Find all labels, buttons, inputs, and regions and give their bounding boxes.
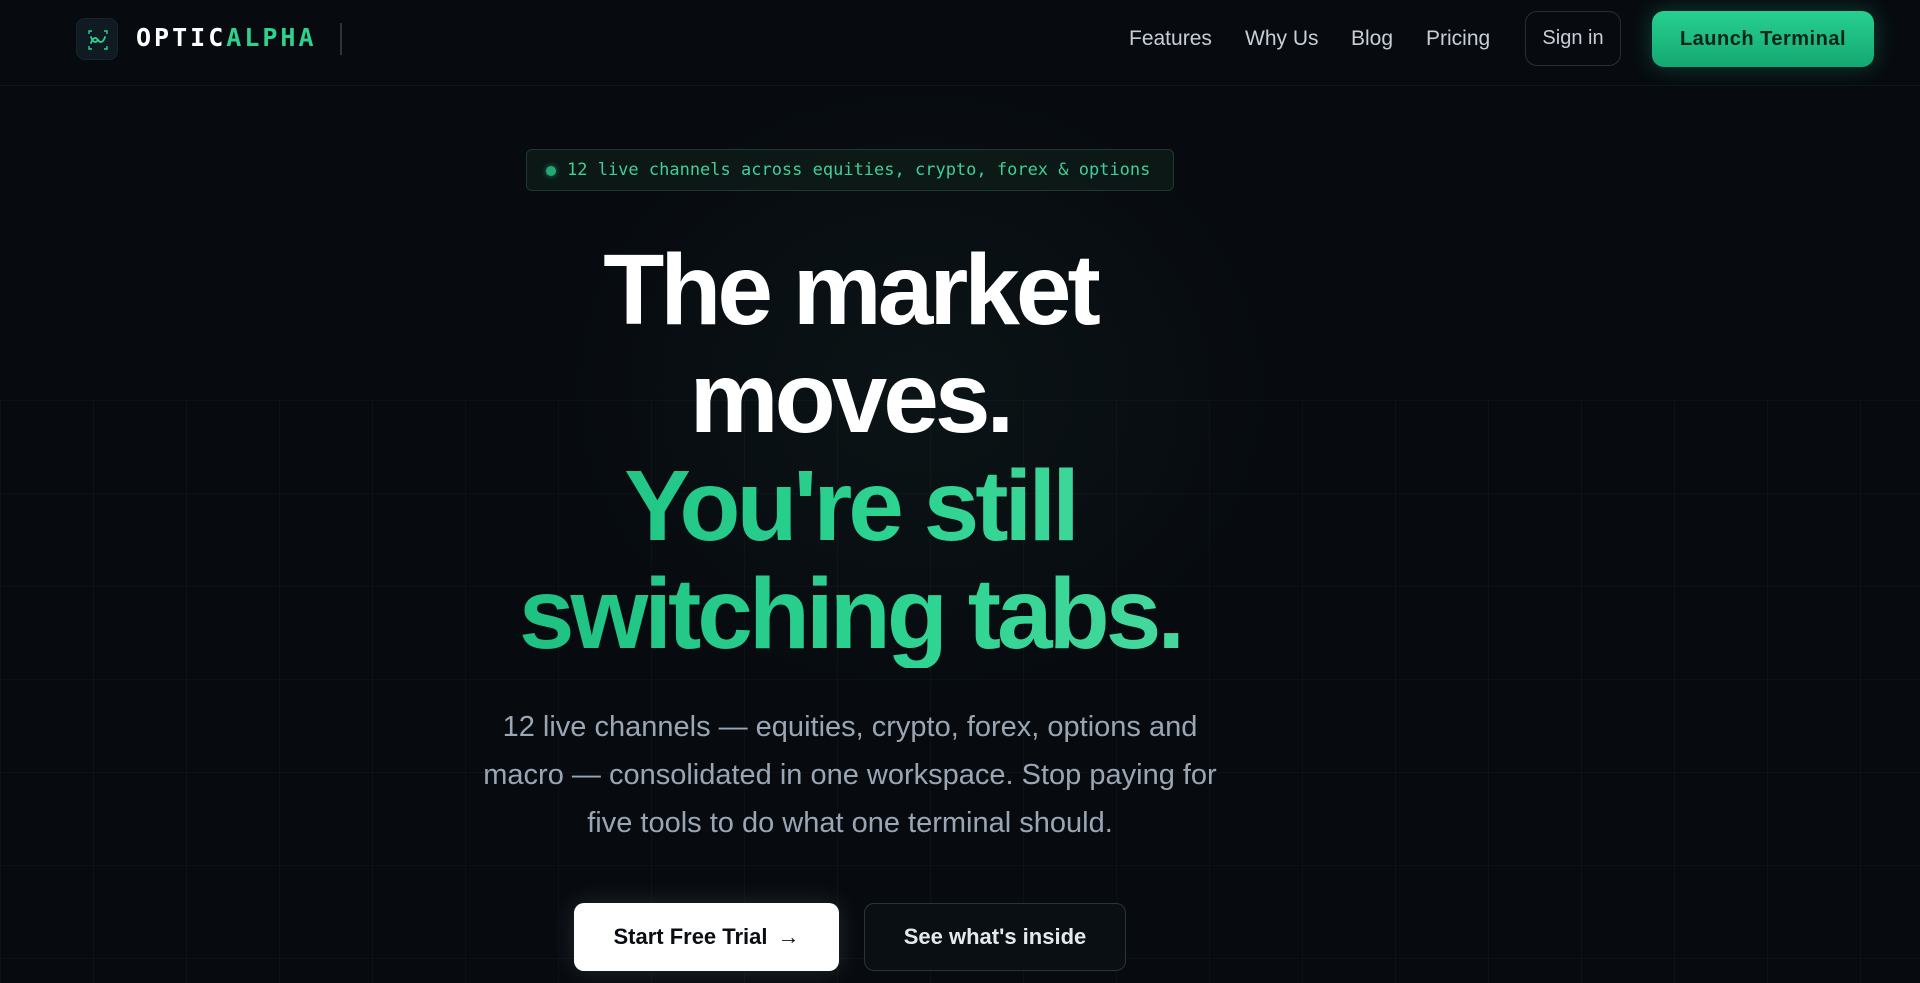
headline-line-2: moves. [689,342,1015,454]
badge-text: 12 live channels across equities, crypto… [567,160,1151,180]
headline-line-1: The market [603,234,1101,346]
brand-divider [340,23,342,55]
start-free-trial-label: Start Free Trial [613,924,768,949]
logo[interactable] [76,18,118,60]
nav-link-features[interactable]: Features [1129,26,1212,52]
brand-name[interactable]: OPTICALPHA [136,23,317,53]
subtitle-line-3: five tools to do what one terminal shoul… [587,807,1113,839]
live-channels-badge: 12 live channels across equities, crypto… [526,149,1174,191]
hero-headline: The market moves. You're still switching… [350,236,1350,668]
headline-line-3: You're still [350,452,1350,560]
arrow-right-icon: → [777,924,800,949]
sign-in-button[interactable]: Sign in [1525,11,1621,66]
live-dot-icon [546,166,556,176]
subtitle-line-1: 12 live channels — equities, crypto, for… [502,711,1198,743]
infinity-chart-icon [88,30,108,50]
nav-link-pricing[interactable]: Pricing [1426,26,1490,52]
brand-name-part1: OPTIC [136,23,227,52]
see-whats-inside-button[interactable]: See what's inside [864,903,1126,971]
launch-terminal-button[interactable]: Launch Terminal [1652,11,1874,67]
brand-name-part2: ALPHA [226,23,317,52]
hero-subtitle: 12 live channels — equities, crypto, for… [400,703,1300,847]
start-free-trial-button[interactable]: Start Free Trial → [574,903,839,971]
headline-line-4: switching tabs. [350,560,1350,668]
top-navigation: OPTICALPHA Features Why Us Blog Pricing … [0,0,1920,86]
nav-link-why-us[interactable]: Why Us [1245,26,1319,52]
nav-link-blog[interactable]: Blog [1351,26,1393,52]
subtitle-line-2: macro — consolidated in one workspace. S… [483,759,1217,791]
